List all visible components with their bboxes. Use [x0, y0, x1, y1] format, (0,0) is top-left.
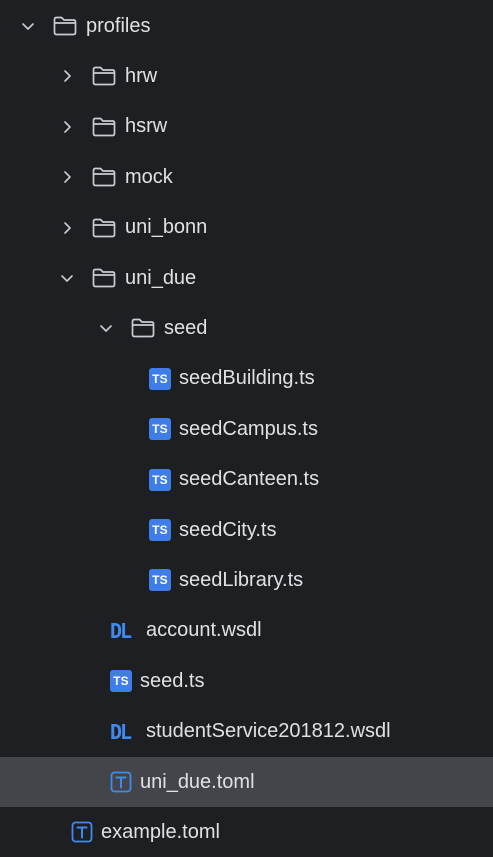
- tree-file-studentservice201812-wsdl[interactable]: DL studentService201812.wsdl: [0, 707, 493, 757]
- tree-folder-seed[interactable]: seed: [0, 303, 493, 353]
- tree-item-label: mock: [125, 165, 173, 188]
- tree-file-seedbuilding-ts[interactable]: TS seedBuilding.ts: [0, 354, 493, 404]
- folder-icon: [130, 317, 156, 339]
- tree-item-label: studentService201812.wsdl: [146, 720, 391, 743]
- tree-item-label: profiles: [86, 14, 151, 37]
- tree-item-label: seedCity.ts: [179, 518, 277, 541]
- chevron-down-icon[interactable]: [96, 318, 116, 338]
- chevron-down-icon[interactable]: [18, 16, 38, 36]
- project-file-tree: profiles hrw hsrw mock uni_bonn uni_dueseed TS…: [0, 0, 493, 843]
- typescript-badge: TS: [149, 519, 171, 541]
- tree-file-seedcity-ts[interactable]: TS seedCity.ts: [0, 505, 493, 555]
- tree-file-account-wsdl[interactable]: DL account.wsdl: [0, 606, 493, 656]
- tree-item-label: seed: [164, 316, 208, 339]
- tree-item-label: seedCanteen.ts: [179, 468, 320, 491]
- tree-folder-profiles[interactable]: profiles: [0, 1, 493, 51]
- tree-item-label: hrw: [125, 64, 158, 87]
- typescript-file-icon: TS: [149, 468, 171, 491]
- chevron-right-icon[interactable]: [57, 66, 77, 86]
- tree-item-label: uni_bonn: [125, 216, 208, 239]
- tree-item-label: hsrw: [125, 115, 168, 138]
- chevron-right-icon[interactable]: [57, 117, 77, 137]
- folder-icon: [52, 15, 78, 37]
- typescript-badge: TS: [149, 367, 171, 390]
- tree-item-label: account.wsdl: [146, 619, 262, 642]
- typescript-badge: TS: [149, 418, 171, 441]
- folder-icon: [91, 116, 117, 138]
- tree-file-seed-ts[interactable]: TS seed.ts: [0, 656, 493, 706]
- chevron-right-icon[interactable]: [57, 218, 77, 238]
- toml-file-icon: [110, 771, 132, 793]
- typescript-badge: TS: [149, 569, 171, 592]
- folder-icon: [91, 65, 117, 87]
- tree-item-label: example.toml: [101, 820, 220, 843]
- tree-folder-hrw[interactable]: hrw: [0, 51, 493, 101]
- tree-item-label: uni_due.toml: [140, 770, 255, 793]
- folder-icon: [91, 267, 117, 289]
- chevron-down-icon[interactable]: [57, 268, 77, 288]
- tree-file-seedcampus-ts[interactable]: TS seedCampus.ts: [0, 404, 493, 454]
- tree-item-label: seedBuilding.ts: [179, 367, 315, 390]
- tree-item-label: seedLibrary.ts: [179, 568, 304, 591]
- typescript-file-icon: TS: [110, 670, 132, 693]
- tree-folder-mock[interactable]: mock: [0, 152, 493, 202]
- typescript-file-icon: TS: [149, 569, 171, 592]
- typescript-file-icon: TS: [149, 519, 171, 541]
- toml-file-icon: [71, 821, 93, 843]
- typescript-badge: TS: [149, 468, 171, 491]
- tree-file-example-toml[interactable]: example.toml: [0, 807, 493, 857]
- folder-icon: [91, 217, 117, 239]
- tree-folder-uni-bonn[interactable]: uni_bonn: [0, 203, 493, 253]
- chevron-right-icon[interactable]: [57, 167, 77, 187]
- folder-icon: [91, 166, 117, 188]
- tree-file-uni-due-toml[interactable]: uni_due.toml: [0, 757, 493, 807]
- tree-folder-uni-due[interactable]: uni_due: [0, 253, 493, 303]
- typescript-file-icon: TS: [149, 367, 171, 390]
- tree-file-seedlibrary-ts[interactable]: TS seedLibrary.ts: [0, 555, 493, 605]
- wsdl-file-icon: DL: [110, 719, 132, 744]
- wsdl-file-icon: DL: [110, 618, 132, 643]
- tree-file-seedcanteen-ts[interactable]: TS seedCanteen.ts: [0, 455, 493, 505]
- tree-item-label: seedCampus.ts: [179, 417, 318, 440]
- tree-folder-hsrw[interactable]: hsrw: [0, 102, 493, 152]
- typescript-badge: TS: [110, 670, 132, 693]
- tree-item-label: uni_due: [125, 266, 197, 289]
- tree-item-label: seed.ts: [140, 669, 205, 692]
- typescript-file-icon: TS: [149, 418, 171, 441]
